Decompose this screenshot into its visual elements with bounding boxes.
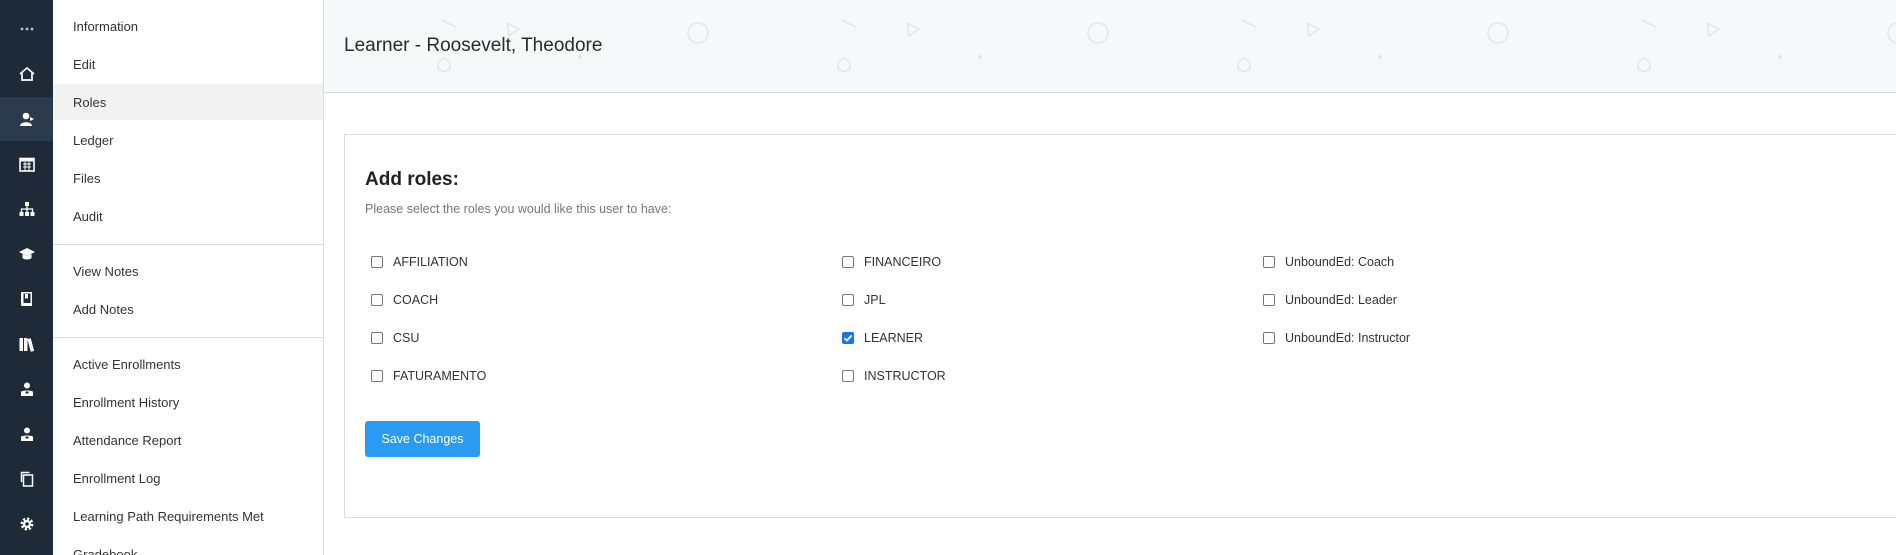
checkbox-unchecked[interactable] [371, 370, 383, 382]
subnav-item-active-enrollments[interactable]: Active Enrollments [53, 346, 323, 382]
graduation-cap-icon[interactable] [0, 232, 53, 276]
checkbox-unchecked[interactable] [842, 370, 854, 382]
role-label: LEARNER [864, 331, 924, 345]
book-icon[interactable] [0, 277, 53, 321]
role-checkbox-coach[interactable]: COACH [371, 293, 438, 307]
role-checkbox-affiliation[interactable]: AFFILIATION [371, 255, 468, 269]
checkbox-unchecked[interactable] [371, 256, 383, 268]
user-badge-icon[interactable] [0, 367, 53, 411]
subnav-divider [53, 337, 323, 338]
checkbox-unchecked[interactable] [842, 294, 854, 306]
role-label: INSTRUCTOR [864, 369, 946, 383]
role-label: UnboundEd: Coach [1285, 255, 1395, 269]
subnav-item-ledger[interactable]: Ledger [53, 122, 323, 158]
users-icon[interactable] [0, 97, 53, 141]
checkmark-icon [843, 334, 853, 342]
subnav-item-enrollment-log[interactable]: Enrollment Log [53, 460, 323, 496]
page-title: Learner - Roosevelt, Theodore [344, 35, 603, 56]
role-label: UnboundEd: Leader [1285, 293, 1397, 307]
role-label: JPL [864, 293, 886, 307]
role-checkbox-financeiro[interactable]: FINANCEIRO [842, 255, 941, 269]
subnav-item-gradebook[interactable]: Gradebook [53, 536, 323, 555]
role-label: FINANCEIRO [864, 255, 942, 269]
checkbox-checked[interactable] [842, 332, 854, 344]
checkbox-unchecked[interactable] [1263, 256, 1275, 268]
save-changes-button[interactable]: Save Changes [365, 421, 480, 457]
user-badge-icon-2[interactable] [0, 412, 53, 456]
checkbox-unchecked[interactable] [371, 332, 383, 344]
gear-icon[interactable] [0, 502, 53, 546]
subnav-item-enrollment-history[interactable]: Enrollment History [53, 384, 323, 420]
subnav-item-view-notes[interactable]: View Notes [53, 253, 323, 289]
roles-card: Add roles: Please select the roles you w… [344, 134, 1896, 518]
role-checkbox-unbounded-leader[interactable]: UnboundEd: Leader [1263, 293, 1397, 307]
checkbox-unchecked[interactable] [1263, 294, 1275, 306]
role-label: AFFILIATION [393, 255, 468, 269]
subnav-item-audit[interactable]: Audit [53, 198, 323, 234]
checkbox-unchecked[interactable] [371, 294, 383, 306]
role-checkbox-jpl[interactable]: JPL [842, 293, 886, 307]
role-label: CSU [393, 331, 420, 345]
card-subtitle: Please select the roles you would like t… [365, 202, 672, 216]
role-checkbox-faturamento[interactable]: FATURAMENTO [371, 369, 486, 383]
subnav-item-information[interactable]: Information [53, 8, 323, 44]
role-checkbox-learner[interactable]: LEARNER [842, 331, 923, 345]
subnav-item-learning-path-requirements-met[interactable]: Learning Path Requirements Met [53, 498, 323, 534]
learner-subnav: Information Edit Roles Ledger Files Audi… [53, 0, 324, 555]
role-checkbox-unbounded-instructor[interactable]: UnboundEd: Instructor [1263, 331, 1410, 345]
subnav-item-add-notes[interactable]: Add Notes [53, 291, 323, 327]
role-checkbox-instructor[interactable]: INSTRUCTOR [842, 369, 946, 383]
sitemap-icon[interactable] [0, 187, 53, 231]
subnav-item-attendance-report[interactable]: Attendance Report [53, 422, 323, 458]
checkbox-unchecked[interactable] [1263, 332, 1275, 344]
subnav-item-roles[interactable]: Roles [53, 84, 323, 120]
role-label: UnboundEd: Instructor [1285, 331, 1411, 345]
subnav-item-files[interactable]: Files [53, 160, 323, 196]
copy-icon[interactable] [0, 457, 53, 501]
icon-rail [0, 0, 53, 555]
calendar-icon[interactable] [0, 142, 53, 186]
checkbox-unchecked[interactable] [842, 256, 854, 268]
page-header: Learner - Roosevelt, Theodore [324, 0, 1896, 93]
role-checkbox-csu[interactable]: CSU [371, 331, 419, 345]
home-icon[interactable] [0, 52, 53, 96]
library-icon[interactable] [0, 322, 53, 366]
role-checkbox-unbounded-coach[interactable]: UnboundEd: Coach [1263, 255, 1394, 269]
subnav-item-edit[interactable]: Edit [53, 46, 323, 82]
more-icon[interactable] [0, 7, 53, 51]
role-label: FATURAMENTO [393, 369, 487, 383]
card-title: Add roles: [365, 169, 459, 190]
role-label: COACH [393, 293, 439, 307]
subnav-divider [53, 244, 323, 245]
